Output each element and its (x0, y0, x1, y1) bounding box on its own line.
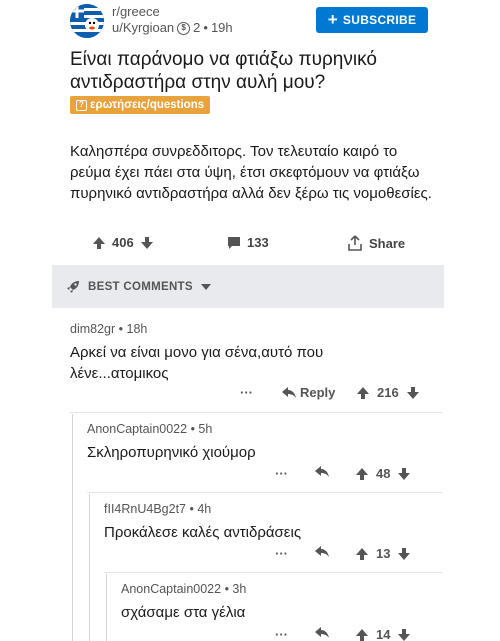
comment-age: 5h (198, 422, 213, 436)
plus-icon: + (327, 9, 338, 29)
caret-down-icon (200, 283, 211, 290)
subreddit-name[interactable]: r/greece (112, 4, 233, 20)
post-body: Καλησπέρα συνρεδδιτορς. Τον τελευταίο κα… (70, 143, 432, 202)
comment-vote-group: 216 (356, 385, 420, 400)
upvote-icon[interactable] (356, 386, 370, 400)
upvote-icon[interactable] (355, 467, 369, 481)
comment-vote-group: 48 (355, 466, 411, 481)
comment-author[interactable]: fII4RnU4Bg2t7 (104, 502, 186, 516)
reply-button[interactable] (315, 466, 329, 478)
comment-meta: dim82gr • 18h (70, 322, 148, 336)
comment-meta: AnonCaptain0022 • 5h (87, 422, 213, 436)
share-label: Share (369, 235, 406, 251)
comment-icon (228, 236, 240, 249)
reply-icon (315, 627, 329, 638)
post-flair[interactable]: ? ερωτήσεις/questions (70, 96, 211, 114)
post-author[interactable]: u/Kyrgioan (112, 20, 174, 36)
comment-vote-count: 216 (377, 385, 399, 400)
reply-icon (315, 546, 329, 557)
rocket-icon (67, 280, 79, 293)
post-vote-count: 406 (112, 235, 134, 250)
comment-text: Προκάλεσε καλές αντιδράσεις (104, 524, 302, 541)
comment-vote-count: 14 (376, 627, 391, 641)
comment-actions: ··· 14 (275, 627, 445, 641)
upvote-icon[interactable] (92, 236, 106, 250)
comment-text: Σκληροπυρηνικό χιούμορ (87, 444, 256, 461)
subscribe-button[interactable]: + SUBSCRIBE (316, 7, 428, 33)
more-options-button[interactable]: ··· (275, 546, 288, 561)
comment-text: Αρκεί να είναι μονο για σένα,αυτό που λέ… (70, 344, 324, 382)
sort-label: BEST COMMENTS (88, 280, 193, 293)
reply-button[interactable] (315, 627, 329, 639)
reply-icon (315, 466, 329, 477)
comment-actions: ··· Reply 216 (240, 385, 440, 405)
thread-line[interactable] (89, 494, 90, 641)
comment-meta: AnonCaptain0022 • 3h (121, 582, 247, 596)
divider (70, 412, 442, 413)
post-header: r/greece u/Kyrgioan $ 2 • 19h + SUBSCRIB… (0, 0, 500, 44)
comment-author[interactable]: AnonCaptain0022 (121, 582, 221, 596)
share-button[interactable]: Share (347, 235, 405, 251)
downvote-icon[interactable] (397, 547, 411, 561)
comment: AnonCaptain0022 • 5h Σκληροπυρηνικό χιού… (87, 422, 447, 463)
comment-age: 4h (197, 502, 212, 516)
reply-button[interactable]: Reply (282, 385, 335, 400)
question-icon: ? (76, 99, 87, 111)
comment-count: 133 (247, 235, 269, 250)
post-meta: r/greece u/Kyrgioan $ 2 • 19h (112, 4, 233, 36)
comment: dim82gr • 18h Αρκεί να είναι μονο για σέ… (70, 322, 450, 384)
award-count: 2 (193, 20, 201, 35)
more-options-button[interactable]: ··· (240, 385, 253, 400)
comment-age: 18h (126, 322, 148, 336)
reply-icon (282, 386, 296, 398)
post-age: 19h (210, 20, 233, 35)
more-options-button[interactable]: ··· (275, 466, 288, 481)
comment-vote-count: 13 (376, 546, 391, 561)
comment-author[interactable]: dim82gr (70, 322, 115, 336)
post-vote-group: 406 (92, 235, 154, 250)
comment-actions: ··· 13 (275, 546, 445, 566)
downvote-icon[interactable] (397, 628, 411, 641)
downvote-icon[interactable] (397, 467, 411, 481)
reply-button[interactable] (315, 546, 329, 558)
award-icon: $ (177, 21, 191, 35)
subreddit-avatar-icon[interactable] (70, 4, 104, 38)
divider (87, 492, 442, 493)
comment: fII4RnU4Bg2t7 • 4h Προκάλεσε καλές αντιδ… (104, 502, 444, 543)
downvote-icon[interactable] (140, 236, 154, 250)
post-actions: 406 133 Share (70, 232, 440, 256)
comment-vote-count: 48 (376, 466, 391, 481)
comment-vote-group: 14 (355, 627, 411, 641)
comment-author[interactable]: AnonCaptain0022 (87, 422, 187, 436)
comment-text: σχάσαμε στα γέλια (121, 604, 246, 621)
comment-vote-group: 13 (355, 546, 411, 561)
comment: AnonCaptain0022 • 3h σχάσαμε στα γέλια (121, 582, 441, 623)
comment-meta: fII4RnU4Bg2t7 • 4h (104, 502, 212, 516)
upvote-icon[interactable] (355, 547, 369, 561)
comment-age: 3h (232, 582, 247, 596)
post-title[interactable]: Είναι παράνομο να φτιάξω πυρηνικό αντιδρ… (70, 48, 430, 94)
more-options-button[interactable]: ··· (275, 627, 288, 641)
downvote-icon[interactable] (406, 386, 420, 400)
upvote-icon[interactable] (355, 628, 369, 641)
share-icon (348, 235, 362, 251)
thread-line[interactable] (106, 574, 107, 641)
comment-actions: ··· 48 (275, 466, 445, 486)
thread-line[interactable] (72, 414, 73, 641)
comments-button[interactable]: 133 (227, 235, 269, 250)
divider (104, 572, 442, 573)
comment-sort-bar[interactable]: BEST COMMENTS (52, 265, 444, 308)
